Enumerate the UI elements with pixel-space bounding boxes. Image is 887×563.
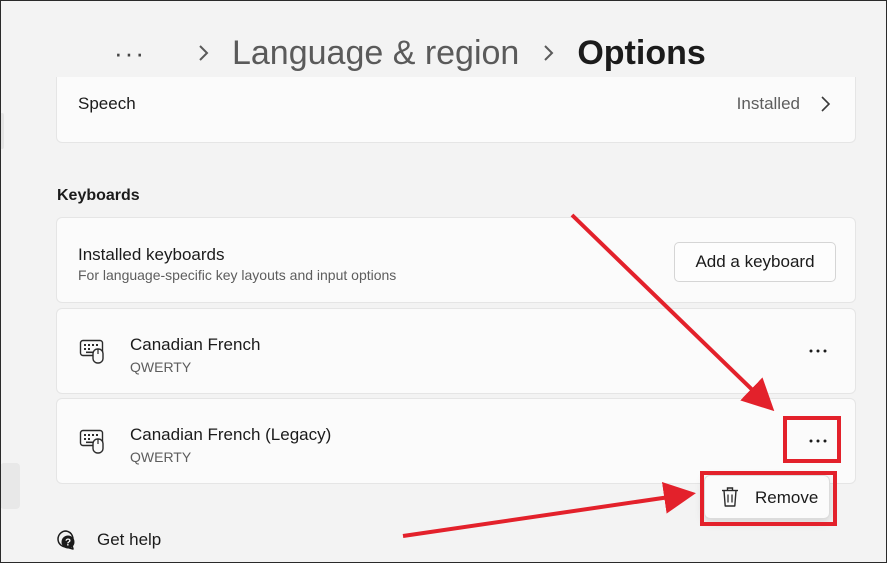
installed-keyboards-header: Installed keyboards For language-specifi…: [56, 217, 856, 303]
speech-status: Installed: [736, 94, 800, 113]
chevron-right-icon: [541, 44, 555, 62]
keyboard-name: Canadian French: [130, 335, 261, 354]
keyboard-row: Canadian French (Legacy) QWERTY: [56, 398, 856, 484]
breadcrumb-overflow-button[interactable]: ···: [114, 38, 146, 69]
help-chat-icon: ?: [57, 530, 75, 550]
sidebar-edge-lower: [0, 463, 20, 509]
installed-keyboards-title: Installed keyboards: [78, 245, 225, 264]
breadcrumb: ··· Language & region Options: [114, 28, 706, 78]
keyboard-layout: QWERTY: [130, 359, 192, 375]
page-title: Options: [577, 33, 706, 72]
trash-icon: [722, 487, 738, 507]
get-help-label: Get help: [97, 530, 162, 549]
chevron-right-icon: [821, 96, 831, 112]
annotation-arrow: [402, 481, 696, 538]
more-options-button[interactable]: [801, 334, 835, 368]
context-menu: Remove: [704, 475, 830, 519]
speech-row[interactable]: Speech Installed: [56, 77, 856, 143]
speech-label: Speech: [78, 94, 136, 113]
keyboard-layout: QWERTY: [130, 449, 192, 465]
installed-keyboards-subtitle: For language-specific key layouts and in…: [78, 267, 397, 283]
get-help-link[interactable]: ? Get help: [55, 527, 161, 553]
keyboard-name: Canadian French (Legacy): [130, 425, 332, 444]
remove-menu-item[interactable]: Remove: [705, 476, 829, 518]
more-horizontal-icon: [809, 349, 827, 353]
breadcrumb-language-region[interactable]: Language & region: [232, 34, 519, 73]
chevron-right-icon: [196, 44, 210, 62]
more-horizontal-icon: [809, 439, 827, 443]
keyboard-row: Canadian French QWERTY: [56, 308, 856, 394]
keyboard-icon: [79, 429, 104, 454]
sidebar-edge: [0, 113, 4, 149]
keyboard-icon: [79, 339, 104, 364]
svg-text:?: ?: [65, 538, 71, 549]
remove-label: Remove: [755, 488, 819, 507]
section-title-keyboards: Keyboards: [57, 187, 140, 204]
add-keyboard-button[interactable]: Add a keyboard: [674, 242, 836, 282]
more-options-button[interactable]: [801, 424, 835, 458]
